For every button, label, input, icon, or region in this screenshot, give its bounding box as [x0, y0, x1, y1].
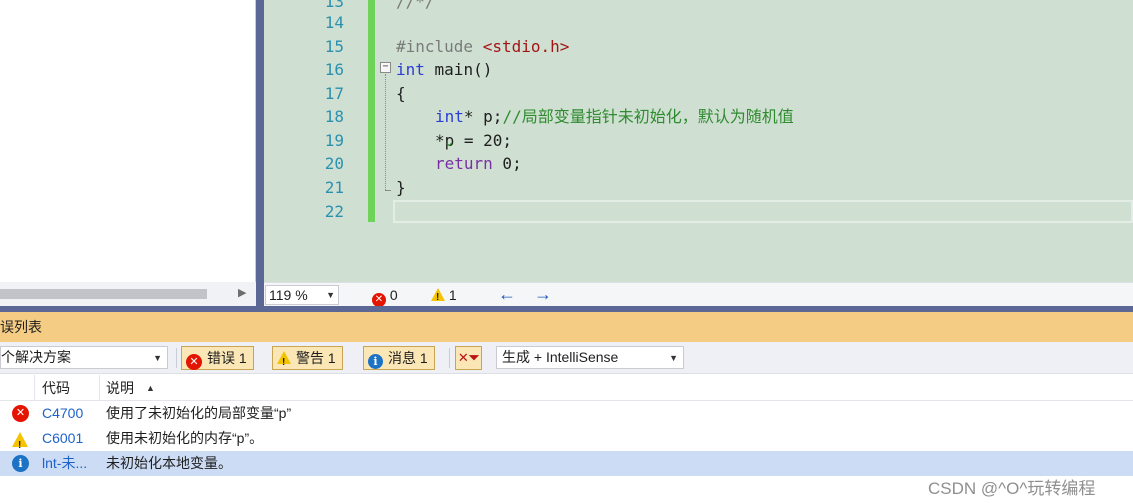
preprocessor-directive: #include	[396, 37, 483, 56]
line-number: 15	[324, 37, 344, 56]
code-line-20[interactable]: return 0;	[435, 152, 522, 176]
left-pane	[0, 0, 256, 282]
error-count: 0	[389, 287, 398, 303]
warning-squiggle: ⌄	[444, 135, 455, 149]
error-icon: ✕	[12, 405, 29, 422]
keyword-int: int	[396, 60, 425, 79]
collapse-outline-icon[interactable]: −	[380, 62, 391, 73]
error-list-column-header: 代码 说明 ▲	[0, 375, 1133, 401]
errors-filter-label: 错误 1	[207, 350, 247, 366]
error-code[interactable]: C6001	[42, 426, 83, 451]
messages-filter-button[interactable]: i 消息 1	[363, 346, 435, 370]
declaration: * p;	[463, 107, 503, 126]
line-number: 19	[324, 131, 344, 150]
zoom-level-dropdown[interactable]: 119 % ▼	[265, 285, 339, 305]
column-header-description[interactable]: 说明	[106, 375, 134, 401]
left-horizontal-scrollbar[interactable]: ▶	[0, 282, 256, 306]
line-number: 20	[324, 154, 344, 173]
scrollbar-thumb[interactable]	[0, 289, 207, 299]
change-tracking-bar	[368, 0, 375, 222]
outline-guide	[385, 74, 386, 190]
navigate-forward-icon[interactable]: →	[534, 284, 552, 305]
zoom-level-value: 119 %	[269, 287, 308, 303]
line-number: 14	[324, 13, 344, 32]
warning-count-indicator[interactable]: 1	[431, 286, 457, 307]
error-description: 使用了未初始化的局部变量“p”	[106, 405, 292, 421]
scope-value: 个解决方案	[1, 349, 71, 365]
include-header: <stdio.h>	[482, 37, 570, 56]
code-line-21[interactable]: }	[396, 176, 406, 200]
code-line-17[interactable]: {	[396, 82, 406, 106]
code-line-18[interactable]: int* p;//局部变量指针未初始化，默认为随机值	[435, 105, 794, 129]
warnings-filter-label: 警告 1	[296, 350, 336, 366]
error-list-toolbar: 个解决方案 ▼ ✕ 错误 1 警告 1 i 消息 1 ✕⏷ 生成 + Intelli…	[0, 342, 1133, 374]
line-number: 18	[324, 107, 344, 126]
scope-dropdown[interactable]: 个解决方案 ▼	[0, 346, 168, 369]
editor-status-bar: 119 % ▼ ✕ 0 1 ← →	[264, 282, 1133, 307]
error-icon: ✕	[372, 293, 386, 307]
function-signature: main()	[424, 60, 493, 79]
error-count-indicator[interactable]: ✕ 0	[372, 286, 398, 307]
error-code[interactable]: C4700	[42, 401, 83, 426]
error-description: 未初始化本地变量。	[106, 455, 232, 471]
code-line-13[interactable]: //*/	[396, 0, 435, 14]
code-line-16[interactable]: int main()	[396, 58, 492, 82]
error-list-row[interactable]: ✕ C4700 使用了未初始化的局部变量“p”	[0, 401, 1133, 426]
outline-guide-end	[385, 190, 391, 191]
scroll-right-arrow-icon[interactable]: ▶	[238, 286, 246, 299]
code-line-15[interactable]: #include <stdio.h>	[396, 35, 569, 59]
navigate-backward-icon[interactable]: ←	[498, 284, 516, 305]
errors-filter-button[interactable]: ✕ 错误 1	[181, 346, 254, 370]
warnings-filter-button[interactable]: 警告 1	[272, 346, 343, 374]
return-value: 0;	[492, 154, 522, 173]
build-intellisense-dropdown[interactable]: 生成 + IntelliSense ▼	[496, 346, 684, 369]
error-description: 使用未初始化的内存“p”。	[106, 430, 264, 446]
chevron-down-icon: ▼	[326, 290, 335, 300]
error-code[interactable]: lnt-未...	[42, 451, 87, 476]
line-number: 22	[324, 202, 344, 221]
toolbar-separator	[176, 348, 177, 368]
messages-filter-label: 消息 1	[388, 350, 428, 366]
line-number: 16	[324, 60, 344, 79]
error-list-row[interactable]: i lnt-未... 未初始化本地变量。	[0, 451, 1133, 476]
error-list-row[interactable]: › C6001 使用未初始化的内存“p”。	[0, 426, 1133, 458]
warning-icon	[277, 351, 291, 374]
toolbar-separator	[449, 348, 450, 368]
warning-icon	[12, 432, 28, 458]
vertical-splitter[interactable]	[256, 0, 264, 306]
column-header-code[interactable]: 代码	[42, 375, 70, 401]
build-filter-value: 生成 + IntelliSense	[502, 349, 619, 365]
warning-icon	[431, 288, 445, 307]
clear-filter-icon[interactable]: ✕⏷	[455, 346, 482, 370]
info-icon: i	[12, 455, 29, 472]
column-separator[interactable]	[34, 375, 35, 401]
code-comment: //局部变量指针未初始化，默认为随机值	[502, 107, 794, 126]
keyword-return: return	[435, 154, 493, 173]
code-editor[interactable]: 13 14 15 16 17 18 19 20 21 22 − //*/ #in…	[264, 0, 1133, 282]
chevron-down-icon: ▼	[669, 353, 678, 363]
current-line-highlight	[393, 200, 1133, 223]
line-number: 21	[324, 178, 344, 197]
keyword-int: int	[435, 107, 464, 126]
column-separator[interactable]	[99, 375, 100, 401]
watermark: CSDN @^O^玩转编程	[928, 479, 1096, 498]
line-number: 17	[324, 84, 344, 103]
sort-ascending-icon[interactable]: ▲	[146, 375, 155, 401]
info-icon: i	[368, 354, 383, 369]
error-list-title[interactable]: 误列表	[0, 312, 1133, 342]
chevron-down-icon: ▼	[153, 353, 162, 363]
warning-count: 1	[448, 287, 457, 303]
error-icon: ✕	[186, 354, 202, 370]
